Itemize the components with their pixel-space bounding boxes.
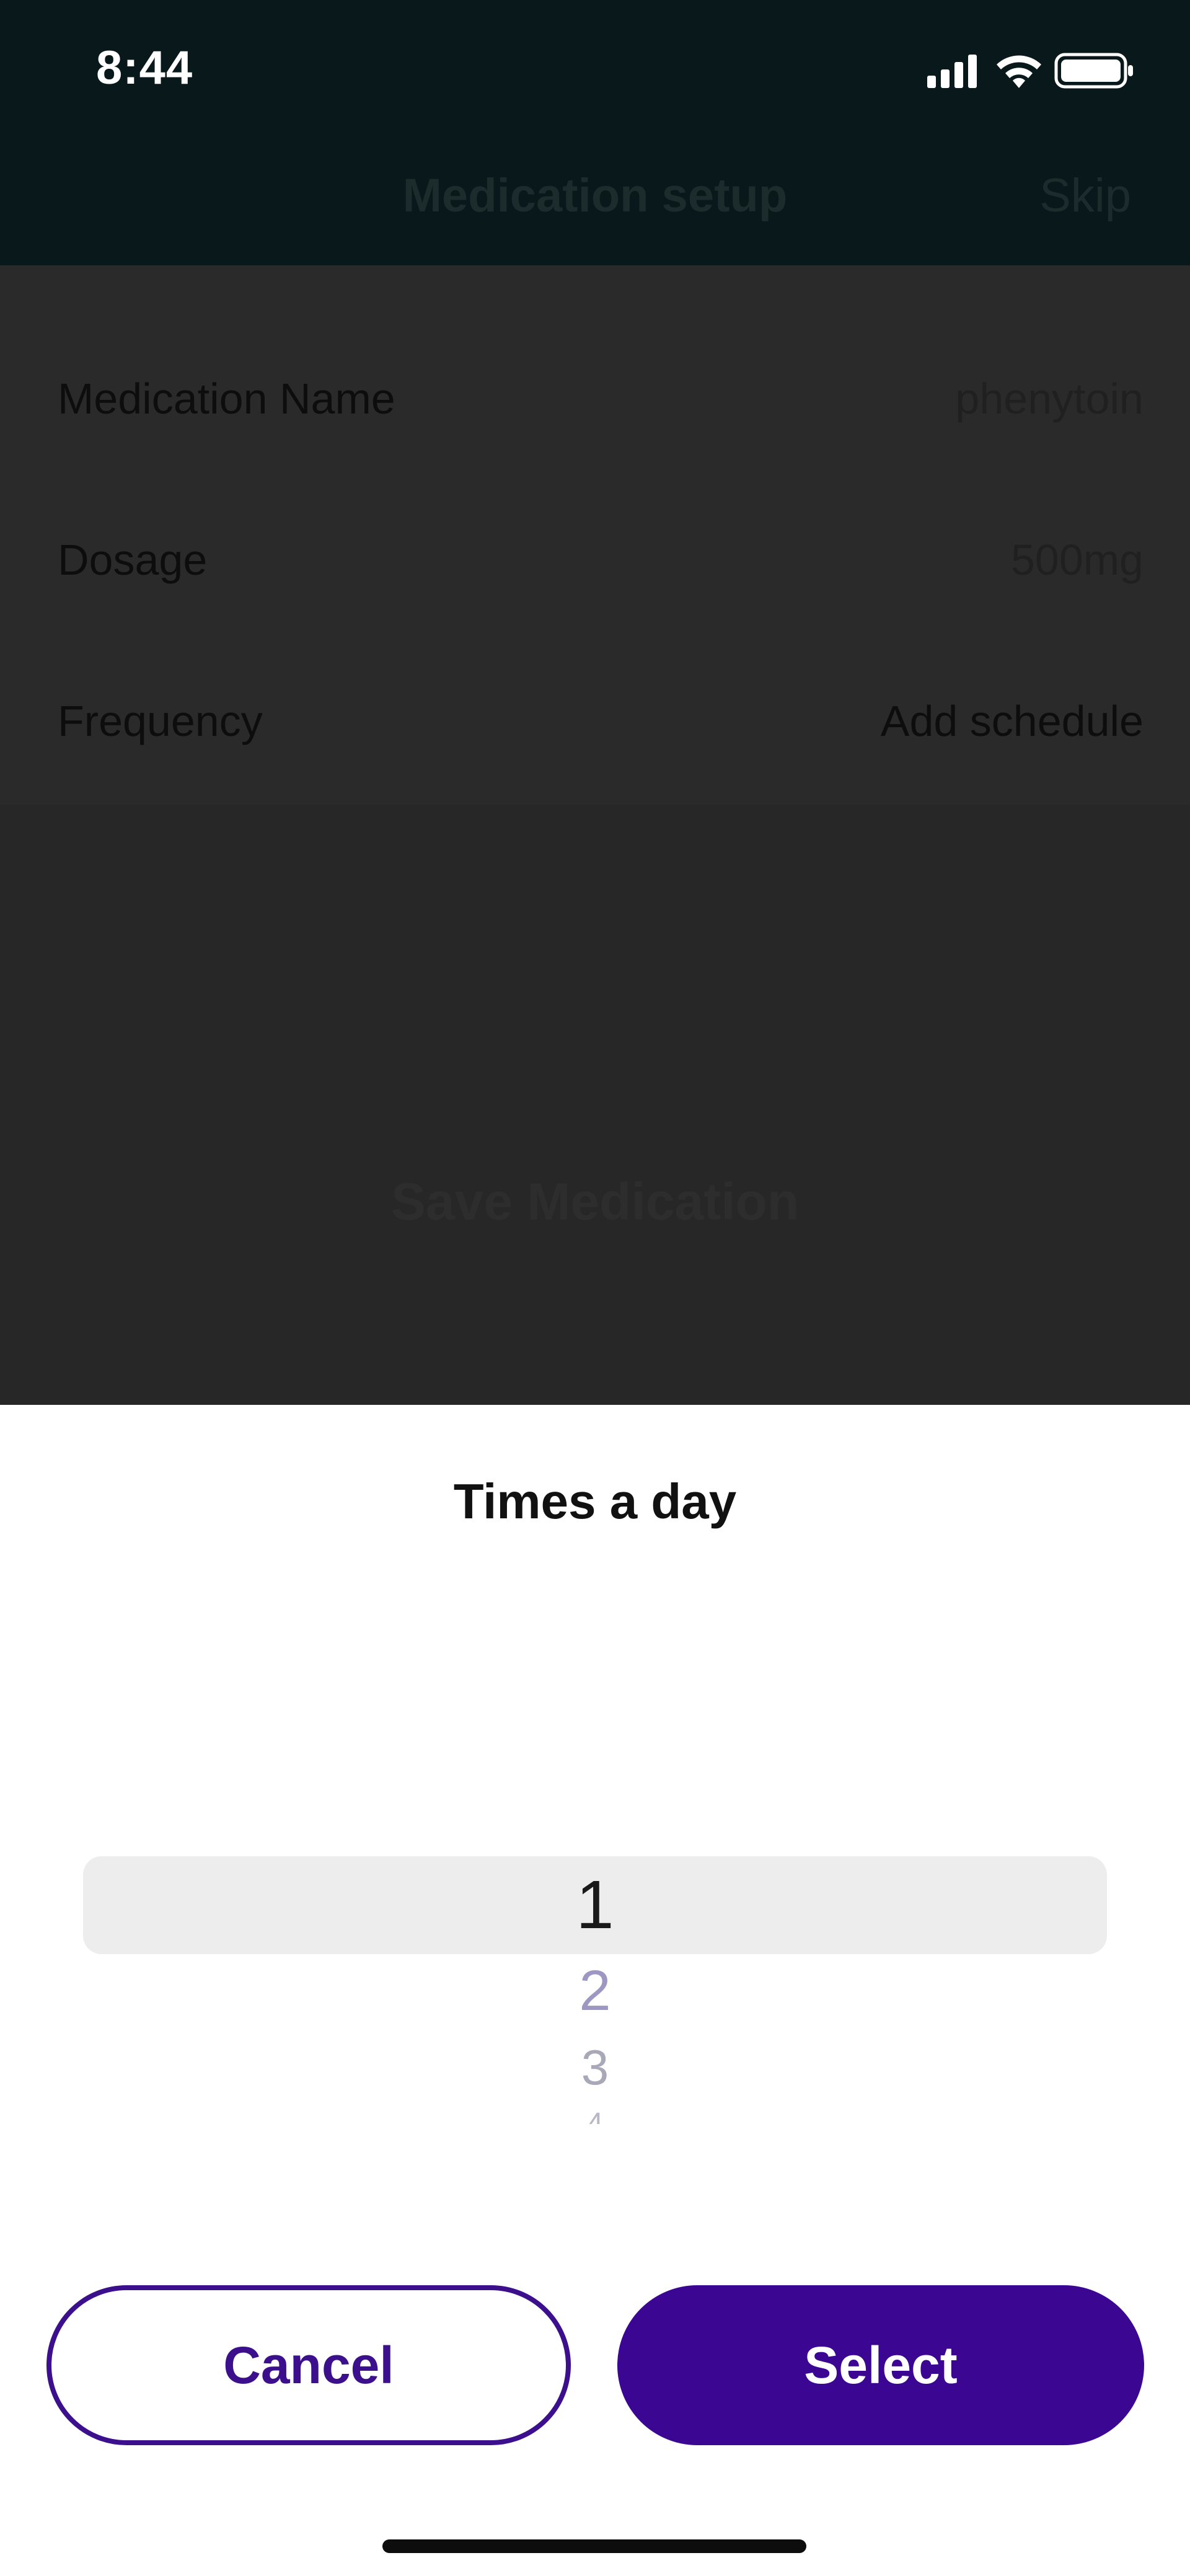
row-medication-name[interactable]: Medication Name phenytoin [0, 368, 1190, 430]
wifi-icon [997, 55, 1041, 88]
home-indicator [382, 2539, 806, 2553]
picker-option-4[interactable]: 4 [0, 2112, 1190, 2124]
header: 8:44 Medication setup Skip [0, 0, 1190, 265]
row-value: Add schedule [880, 697, 1144, 745]
row-value: 500mg [1010, 536, 1144, 584]
picker-option-3[interactable]: 3 [0, 2034, 1190, 2102]
status-icons [927, 53, 1133, 89]
medication-form: Medication Name phenytoin Dosage 500mg F… [0, 265, 1190, 805]
row-frequency[interactable]: Frequency Add schedule [0, 690, 1190, 752]
row-label: Dosage [58, 536, 208, 584]
row-label: Medication Name [58, 374, 395, 423]
skip-button[interactable]: Skip [1039, 169, 1131, 223]
page-title: Medication setup [402, 169, 788, 222]
picker-option-1[interactable]: 1 [0, 1856, 1190, 1954]
row-dosage[interactable]: Dosage 500mg [0, 529, 1190, 591]
signal-icon [927, 55, 977, 88]
sheet-title: Times a day [453, 1474, 737, 1529]
select-button[interactable]: Select [617, 2285, 1144, 2445]
row-label: Frequency [58, 697, 263, 745]
picker-option-2[interactable]: 2 [0, 1954, 1190, 2028]
battery-icon [1054, 53, 1133, 89]
cancel-button[interactable]: Cancel [46, 2285, 571, 2445]
save-medication-button[interactable]: Save Medication [0, 1172, 1190, 1232]
row-value: phenytoin [955, 374, 1144, 423]
medication-setup-screen: 8:44 Medication setup Skip Medication Na… [0, 0, 1190, 2576]
status-time: 8:44 [96, 42, 193, 94]
times-a-day-sheet: Times a day 1 2 3 4 Cancel Select [0, 1405, 1190, 2576]
